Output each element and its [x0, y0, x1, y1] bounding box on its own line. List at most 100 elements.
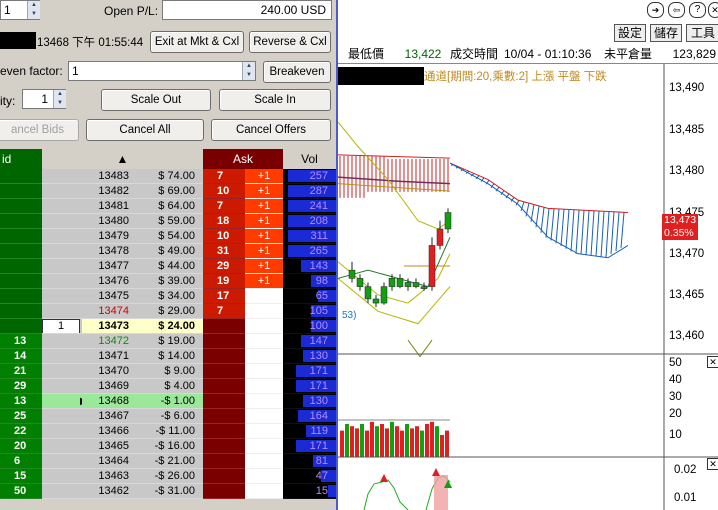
bid-cell[interactable]: [0, 229, 42, 244]
ladder-row[interactable]: 20 13465 -$ 16.00 171: [0, 439, 336, 454]
vol-header[interactable]: Vol: [283, 149, 336, 169]
price-header[interactable]: ▲: [42, 149, 203, 169]
breakeven-button[interactable]: Breakeven: [263, 61, 331, 83]
cancel-offers-button[interactable]: Cancel Offers: [211, 119, 331, 141]
order-cell[interactable]: [42, 409, 82, 424]
spin-up-icon[interactable]: ▲: [54, 90, 66, 99]
order-cell[interactable]: [42, 229, 82, 244]
order-cell[interactable]: [42, 244, 82, 259]
price-cell[interactable]: 13474: [82, 304, 147, 319]
price-cell[interactable]: 13469: [82, 379, 147, 394]
ladder-row[interactable]: 13483 $ 74.00 7 +1 257: [0, 169, 336, 184]
bid-cell[interactable]: 50: [0, 484, 42, 499]
price-cell[interactable]: 13470: [82, 364, 147, 379]
bid-cell[interactable]: 13: [0, 334, 42, 349]
bid-cell[interactable]: [0, 169, 42, 184]
order-cell[interactable]: [42, 214, 82, 229]
order-cell[interactable]: 1: [42, 319, 82, 334]
ladder-row[interactable]: 21 13470 $ 9.00 171: [0, 364, 336, 379]
bid-cell[interactable]: [0, 304, 42, 319]
ladder-row[interactable]: 13477 $ 44.00 29 +1 143: [0, 259, 336, 274]
ladder-row[interactable]: 13 ▶ 13468 -$ 1.00 130: [0, 394, 336, 409]
ask-cell[interactable]: [203, 469, 245, 484]
exit-at-mkt-button[interactable]: Exit at Mkt & Cxl: [150, 31, 244, 53]
bid-cell[interactable]: [0, 319, 42, 334]
help-icon[interactable]: ?: [689, 2, 706, 18]
bid-cell[interactable]: [0, 214, 42, 229]
order-cell[interactable]: [42, 439, 82, 454]
ask-cell[interactable]: [203, 484, 245, 499]
ask-cell[interactable]: [203, 409, 245, 424]
working-order[interactable]: 1: [42, 319, 80, 333]
bid-cell[interactable]: 14: [0, 349, 42, 364]
bid-cell[interactable]: [0, 184, 42, 199]
ask-cell[interactable]: [203, 424, 245, 439]
quantity-spinner[interactable]: ▲ ▼: [27, 1, 40, 19]
order-cell[interactable]: [42, 484, 82, 499]
price-cell[interactable]: 13480: [82, 214, 147, 229]
order-cell[interactable]: [42, 364, 82, 379]
price-cell[interactable]: 13475: [82, 289, 147, 304]
ask-cell[interactable]: 29: [203, 259, 245, 274]
ask-cell[interactable]: [203, 349, 245, 364]
ask-cell[interactable]: 10: [203, 229, 245, 244]
order-cell[interactable]: [42, 259, 82, 274]
ask-cell[interactable]: 17: [203, 289, 245, 304]
spin-up-icon[interactable]: ▲: [243, 62, 255, 71]
order-cell[interactable]: [42, 424, 82, 439]
scale-out-button[interactable]: Scale Out: [101, 89, 211, 111]
bid-cell[interactable]: 20: [0, 439, 42, 454]
order-cell[interactable]: [42, 274, 82, 289]
spin-down-icon[interactable]: ▼: [28, 10, 40, 19]
ladder-row[interactable]: 13482 $ 69.00 10 +1 287: [0, 184, 336, 199]
ladder-row[interactable]: 29 13469 $ 4.00 171: [0, 379, 336, 394]
price-cell[interactable]: 13478: [82, 244, 147, 259]
order-cell[interactable]: [42, 379, 82, 394]
ladder-row[interactable]: 13481 $ 64.00 7 +1 241: [0, 199, 336, 214]
breakeven-spinner[interactable]: ▲ ▼: [242, 62, 255, 80]
ask-cell[interactable]: [203, 319, 245, 334]
settings-button[interactable]: 設定: [614, 24, 646, 42]
spin-down-icon[interactable]: ▼: [54, 99, 66, 108]
ladder-row[interactable]: 22 13466 -$ 11.00 119: [0, 424, 336, 439]
order-cell[interactable]: [42, 199, 82, 214]
price-cell[interactable]: 13482: [82, 184, 147, 199]
order-cell[interactable]: [42, 169, 82, 184]
order-cell[interactable]: [42, 454, 82, 469]
ask-header[interactable]: Ask: [203, 149, 283, 169]
tools-button[interactable]: 工具: [686, 24, 718, 42]
ladder-row[interactable]: 1 13473 $ 24.00 100: [0, 319, 336, 334]
ladder-row[interactable]: 14 13471 $ 14.00 130: [0, 349, 336, 364]
reverse-button[interactable]: Reverse & Cxl: [249, 31, 331, 53]
order-cell[interactable]: ▶: [42, 394, 82, 409]
price-cell[interactable]: 13476: [82, 274, 147, 289]
bid-cell[interactable]: [0, 274, 42, 289]
order-cell[interactable]: [42, 469, 82, 484]
price-cell[interactable]: 13472: [82, 334, 147, 349]
ladder-row[interactable]: 6 13464 -$ 21.00 81: [0, 454, 336, 469]
order-cell[interactable]: [42, 349, 82, 364]
ladder-row[interactable]: 15 13463 -$ 26.00 47: [0, 469, 336, 484]
price-cell[interactable]: 13481: [82, 199, 147, 214]
ladder-row[interactable]: 13 13472 $ 19.00 147: [0, 334, 336, 349]
bid-cell[interactable]: 6: [0, 454, 42, 469]
breakeven-factor-input[interactable]: 1: [68, 61, 256, 81]
price-cell[interactable]: 13462: [82, 484, 147, 499]
close-icon[interactable]: ✕: [708, 2, 718, 18]
close-pane-icon[interactable]: ✕: [707, 458, 718, 470]
price-cell[interactable]: 13468: [82, 394, 147, 409]
price-cell[interactable]: 13479: [82, 229, 147, 244]
price-cell[interactable]: 13473: [82, 319, 147, 334]
bid-cell[interactable]: 13: [0, 394, 42, 409]
ladder-row[interactable]: 25 13467 -$ 6.00 164: [0, 409, 336, 424]
scale-in-button[interactable]: Scale In: [219, 89, 331, 111]
price-cell[interactable]: 13464: [82, 454, 147, 469]
ask-cell[interactable]: 18: [203, 214, 245, 229]
spin-down-icon[interactable]: ▼: [243, 71, 255, 80]
spin-up-icon[interactable]: ▲: [28, 1, 40, 10]
ask-cell[interactable]: 7: [203, 199, 245, 214]
ask-cell[interactable]: 7: [203, 169, 245, 184]
ask-cell[interactable]: [203, 394, 245, 409]
back-icon[interactable]: ⇦: [668, 2, 685, 18]
bid-cell[interactable]: [0, 244, 42, 259]
